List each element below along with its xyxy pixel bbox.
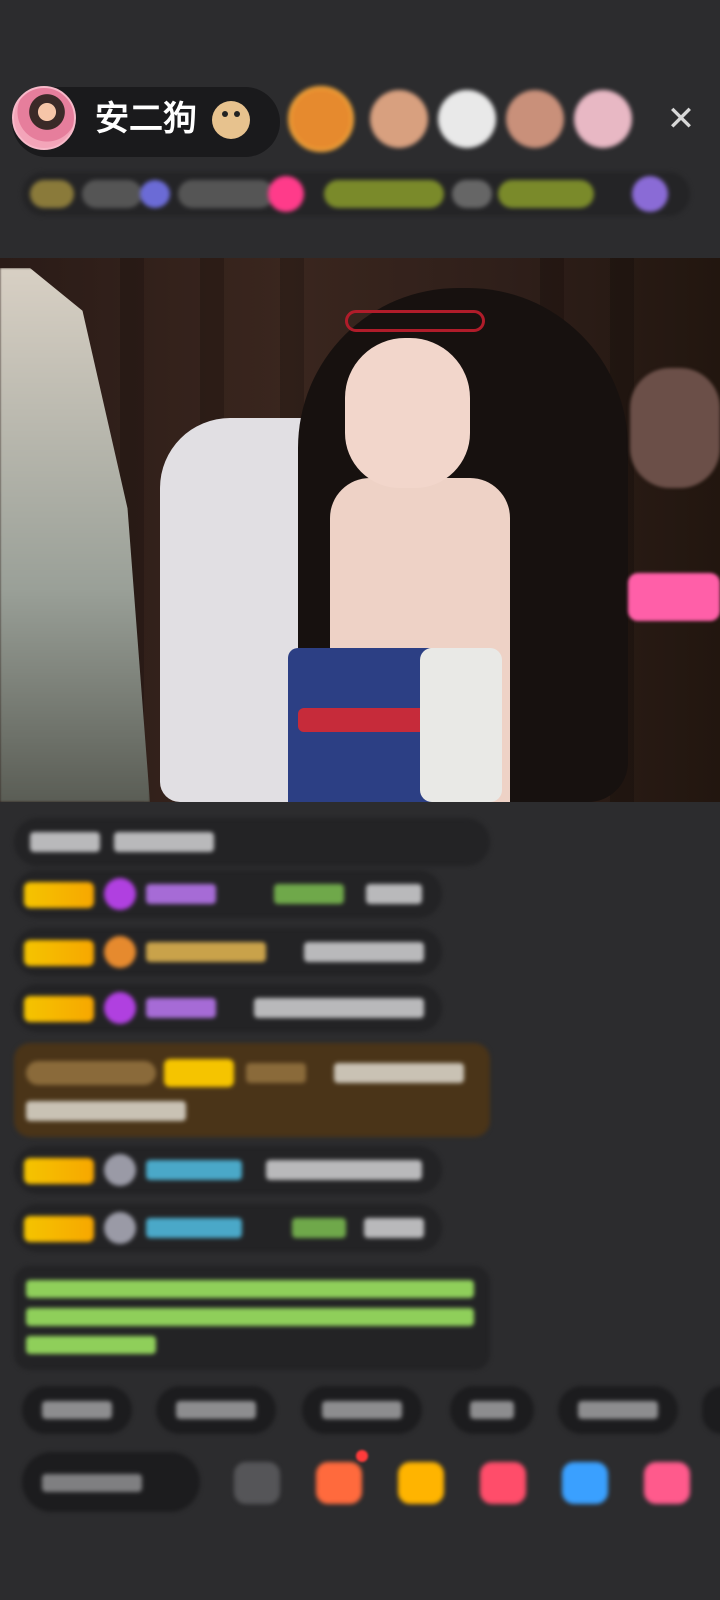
gem-icon xyxy=(104,878,136,910)
host-name: 安二狗 xyxy=(95,99,197,139)
viewer-avatar[interactable] xyxy=(370,90,428,148)
gift-message[interactable] xyxy=(14,1043,490,1137)
rank-chip xyxy=(324,180,444,208)
more-apps-icon[interactable] xyxy=(644,1462,690,1504)
chat-text xyxy=(30,832,100,852)
rank-chip xyxy=(452,180,492,208)
dog-face-icon xyxy=(212,101,250,139)
viewer-avatar[interactable] xyxy=(438,90,496,148)
streamer-top xyxy=(288,648,438,802)
level-badge xyxy=(24,1158,94,1184)
chat-message[interactable] xyxy=(14,870,442,918)
username xyxy=(146,884,216,904)
viewer-avatar[interactable] xyxy=(288,86,354,152)
badge-icon xyxy=(104,1212,136,1244)
chat-message[interactable] xyxy=(14,928,442,976)
viewer-avatar[interactable] xyxy=(506,90,564,148)
chat-text xyxy=(366,884,422,904)
host-avatar[interactable] xyxy=(12,86,76,150)
level-badge xyxy=(24,940,94,966)
quick-reply-chip[interactable] xyxy=(302,1386,422,1434)
live-video[interactable] xyxy=(0,258,720,802)
chat-text xyxy=(114,832,214,852)
system-notice xyxy=(14,1266,490,1370)
sunglasses xyxy=(345,310,485,332)
streamer-face xyxy=(345,338,470,488)
microphone xyxy=(420,648,502,802)
chat-message[interactable] xyxy=(14,818,490,866)
rank-chip xyxy=(498,180,594,208)
quick-reply-chip[interactable] xyxy=(558,1386,678,1434)
game-controller-icon[interactable] xyxy=(562,1462,608,1504)
level-badge xyxy=(24,996,94,1022)
plush-toy xyxy=(630,368,720,488)
quick-reply-chip[interactable] xyxy=(450,1386,534,1434)
rank-chip xyxy=(140,180,170,208)
rank-chip xyxy=(82,180,142,208)
rank-chip xyxy=(632,176,668,212)
rank-chip xyxy=(178,180,274,208)
lucky-bag-icon[interactable] xyxy=(398,1462,444,1504)
username xyxy=(146,1160,242,1180)
username xyxy=(146,1218,242,1238)
username xyxy=(146,942,266,962)
quick-reply-chip[interactable] xyxy=(702,1386,720,1434)
viewer-avatar[interactable] xyxy=(574,90,632,148)
red-packet-icon[interactable] xyxy=(480,1462,526,1504)
close-icon[interactable]: ✕ xyxy=(664,102,698,136)
quick-reply-chip[interactable] xyxy=(156,1386,276,1434)
username xyxy=(146,998,216,1018)
level-badge xyxy=(24,882,94,908)
level-badge xyxy=(24,1216,94,1242)
chat-text xyxy=(304,942,424,962)
chat-text xyxy=(254,998,424,1018)
emoji-icon[interactable] xyxy=(234,1462,280,1504)
chat-text xyxy=(266,1160,422,1180)
chat-message[interactable] xyxy=(14,984,442,1032)
rank-ticker[interactable] xyxy=(22,172,690,216)
chat-text xyxy=(364,1218,424,1238)
gift-box-icon[interactable] xyxy=(316,1462,362,1504)
chat-message[interactable] xyxy=(14,1204,442,1252)
rank-chip xyxy=(268,176,304,212)
gem-icon xyxy=(104,992,136,1024)
notification-dot xyxy=(356,1450,368,1462)
quick-reply-chip[interactable] xyxy=(22,1386,132,1434)
neon-sign xyxy=(628,573,720,621)
badge-icon xyxy=(104,1154,136,1186)
fan-badge-icon xyxy=(104,936,136,968)
chat-text xyxy=(274,884,344,904)
chat-message[interactable] xyxy=(14,1146,442,1194)
rank-chip xyxy=(30,180,74,208)
comment-input[interactable] xyxy=(22,1452,200,1512)
chat-text xyxy=(292,1218,346,1238)
